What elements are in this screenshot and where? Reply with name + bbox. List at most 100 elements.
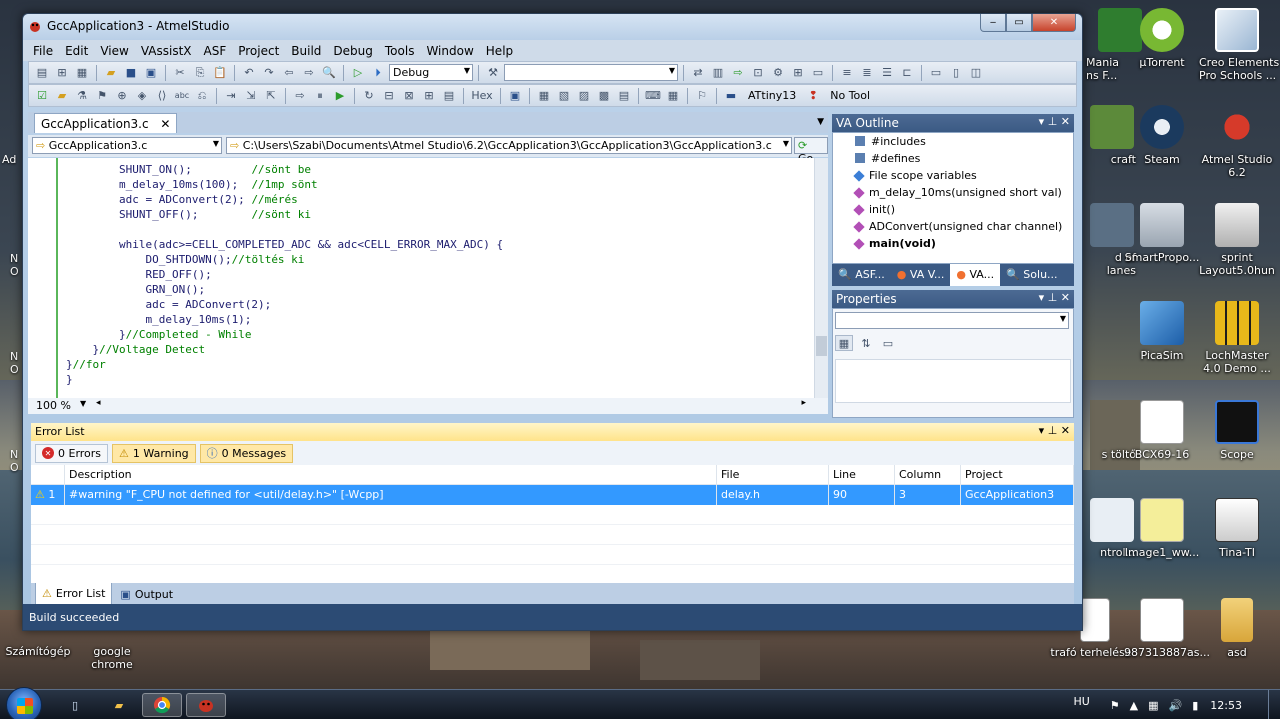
navigate-forward-icon[interactable]: ⇨ [300, 65, 318, 81]
refactor-icon[interactable]: ⎌ [193, 88, 211, 104]
asf-icon[interactable]: ⚑ [93, 88, 111, 104]
menu-asf[interactable]: ASF [198, 44, 233, 58]
code-line[interactable]: } [66, 372, 503, 387]
show-desktop-button[interactable] [1268, 690, 1280, 719]
editor-vertical-scrollbar[interactable] [814, 158, 828, 398]
save-icon[interactable]: ■ [122, 65, 140, 81]
start-debugging-icon[interactable]: ▶ [331, 88, 349, 104]
code-line[interactable]: SHUNT_ON(); //sönt be [66, 162, 503, 177]
sort-az-icon[interactable]: ⇅ [857, 335, 875, 351]
code-line[interactable]: }//for [66, 357, 503, 372]
indent-icon[interactable]: ≡ [838, 65, 856, 81]
start-button[interactable] [6, 687, 42, 719]
symbols-icon[interactable]: ⊕ [113, 88, 131, 104]
column-project[interactable]: Project [961, 465, 1074, 484]
menu-view[interactable]: View [94, 44, 134, 58]
close-icon[interactable]: ✕ [160, 117, 170, 131]
paste-icon[interactable]: 📋 [211, 65, 229, 81]
menu-tools[interactable]: Tools [379, 44, 421, 58]
continue-icon[interactable]: ⇨ [291, 88, 309, 104]
zoom-dropdown[interactable]: 100 % [36, 399, 71, 412]
device-programming-icon[interactable]: ⚒ [484, 65, 502, 81]
volume-icon[interactable]: 🔊 [1169, 699, 1183, 712]
menu-debug[interactable]: Debug [327, 44, 378, 58]
hex-toggle[interactable]: Hex [469, 88, 495, 104]
code-line[interactable]: m_delay_10ms(1); [66, 312, 503, 327]
wizard-icon[interactable]: ⚗ [73, 88, 91, 104]
desktop-icon-photo[interactable]: 987313887as... [1124, 598, 1210, 659]
desktop-icon-bcx69[interactable]: BCX69-16 [1124, 400, 1200, 461]
code-line[interactable]: DO_SHTDOWN();//töltés ki [66, 252, 503, 267]
panel-controls[interactable]: ▾ ⊥ ✕ [1039, 424, 1070, 437]
taskbar-document-icon[interactable]: ▯ [60, 693, 90, 717]
power-icon[interactable]: ▮ [1192, 699, 1198, 712]
undo-icon[interactable]: ↶ [240, 65, 258, 81]
step-out-icon[interactable]: ⇱ [262, 88, 280, 104]
new-project-icon[interactable]: ▤ [33, 65, 51, 81]
tab-error-list[interactable]: ⚠ Error List [35, 583, 113, 605]
uncomment-icon[interactable]: ⊏ [898, 65, 916, 81]
menu-window[interactable]: Window [420, 44, 479, 58]
panel-controls[interactable]: ▾ ⊥ ✕ [1039, 115, 1070, 128]
desktop-icon-creo[interactable]: Creo Elements Pro Schools ... [1199, 8, 1279, 82]
code-line[interactable]: }//Voltage Detect [66, 342, 503, 357]
messages-filter[interactable]: ⓘ 0 Messages [199, 443, 294, 463]
processor-view-icon[interactable]: ▣ [506, 88, 524, 104]
object-browser-icon[interactable]: ⊡ [749, 65, 767, 81]
search-combo[interactable]: ▼ [504, 64, 678, 81]
start-page-icon[interactable]: ▭ [809, 65, 827, 81]
io-view-icon[interactable]: ▦ [535, 88, 553, 104]
pause-icon[interactable]: ⏸ [311, 88, 329, 104]
open-file-icon[interactable]: ▰ [102, 65, 120, 81]
desktop-icon-steam[interactable]: Steam [1124, 105, 1200, 166]
file-scope-dropdown[interactable]: ⇨ GccApplication3.c ▼ [32, 137, 222, 154]
open-folder-icon[interactable]: ▰ [53, 88, 71, 104]
copy-icon[interactable]: ⎘ [191, 65, 209, 81]
comment-icon[interactable]: ☰ [878, 65, 896, 81]
cut-icon[interactable]: ✂ [171, 65, 189, 81]
menu-help[interactable]: Help [480, 44, 519, 58]
reset-icon[interactable]: ↻ [360, 88, 378, 104]
tab-va-view[interactable]: ● VA V... [891, 264, 951, 286]
tool-icon[interactable]: ❢ [804, 88, 822, 104]
step-icon[interactable]: ⏵ [369, 65, 387, 81]
spell-check-icon[interactable]: abc [173, 88, 191, 104]
memory-view-icon[interactable]: ▦ [664, 88, 682, 104]
desktop-icon-asd[interactable]: asd [1199, 598, 1275, 659]
keyboard-icon[interactable]: ⌨ [644, 88, 662, 104]
go-button[interactable]: ⟳ Go [794, 137, 828, 165]
properties-object-dropdown[interactable]: ▼ [835, 312, 1069, 329]
menu-vassistx[interactable]: VAssistX [135, 44, 198, 58]
up-arrow-icon[interactable]: ▲ [1130, 699, 1138, 712]
column-description[interactable]: Description [65, 465, 717, 484]
layout-icon[interactable]: ▦ [73, 65, 91, 81]
watch-icon[interactable]: ⊟ [380, 88, 398, 104]
outline-item[interactable]: #defines [855, 152, 920, 165]
taskbar-atmel-icon[interactable] [186, 693, 226, 717]
code-line[interactable]: SHUNT_OFF(); //sönt ki [66, 207, 503, 222]
warnings-filter[interactable]: ⚠ 1 Warning [112, 443, 196, 463]
save-all-icon[interactable]: ▣ [142, 65, 160, 81]
taskbar-chrome-icon[interactable] [142, 693, 182, 717]
code-line[interactable] [66, 222, 503, 237]
desktop-icon-chrome[interactable]: google chrome [74, 645, 150, 671]
code-line[interactable]: adc = ADConvert(2); //mérés [66, 192, 503, 207]
locals-icon[interactable]: ⊠ [400, 88, 418, 104]
property-pages-icon[interactable]: ▭ [879, 335, 897, 351]
column-line[interactable]: Line [829, 465, 895, 484]
taskbar-folder-icon[interactable]: ▰ [104, 693, 134, 717]
extensions-icon[interactable]: ⊞ [789, 65, 807, 81]
desktop-icon-image1[interactable]: Image1_ww... [1124, 498, 1200, 559]
code-text[interactable]: SHUNT_ON(); //sönt be m_delay_10ms(100);… [66, 162, 503, 387]
step-over-icon[interactable]: ⇲ [242, 88, 260, 104]
scroll-right-icon[interactable]: ▸ [801, 398, 806, 408]
breakpoints-icon[interactable]: ⊞ [420, 88, 438, 104]
minimize-button[interactable]: ‒ [980, 14, 1006, 32]
call-stack-icon[interactable]: ▩ [595, 88, 613, 104]
outline-item[interactable]: m_delay_10ms(unsigned short val) [853, 186, 1062, 199]
code-line[interactable]: }//Completed - While [66, 327, 503, 342]
fullscreen-icon[interactable]: ◫ [967, 65, 985, 81]
configuration-dropdown[interactable]: Debug ▼ [389, 64, 473, 81]
code-line[interactable]: m_delay_10ms(100); //1mp sönt [66, 177, 503, 192]
code-line[interactable]: adc = ADConvert(2); [66, 297, 503, 312]
